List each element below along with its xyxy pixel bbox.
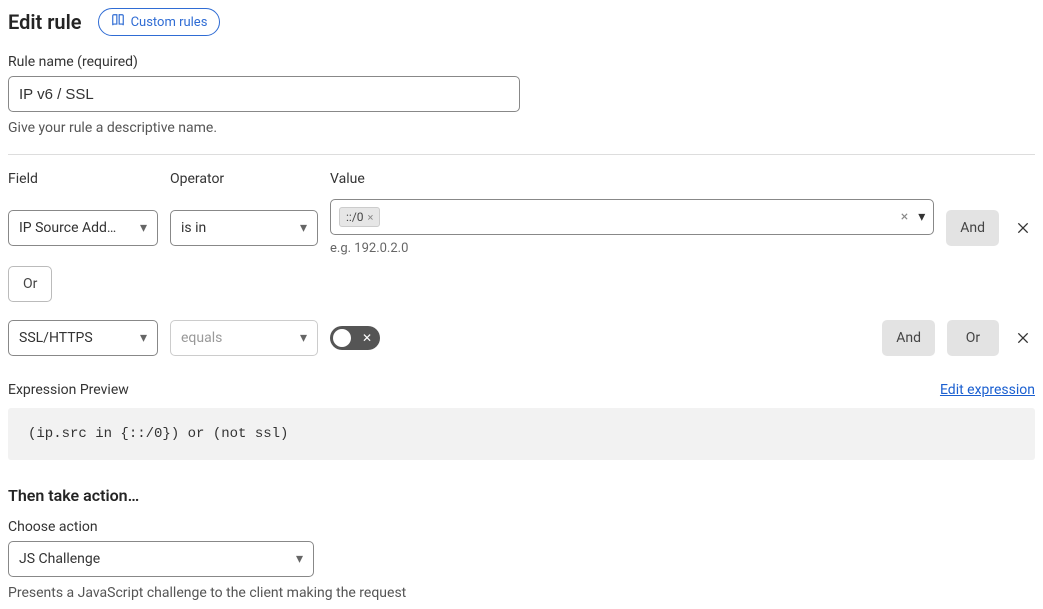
operator-select-0-value: is in	[181, 220, 206, 236]
and-button-1[interactable]: And	[882, 320, 935, 356]
clear-icon[interactable]: ×	[897, 209, 912, 225]
or-button-1[interactable]: Or	[947, 320, 999, 356]
caret-down-icon[interactable]: ▾	[918, 209, 925, 225]
expression-preview-code: (ip.src in {::/0}) or (not ssl)	[8, 408, 1035, 460]
custom-rules-label: Custom rules	[131, 15, 208, 30]
separator	[8, 154, 1035, 155]
field-select-1[interactable]: SSL/HTTPS ▾	[8, 320, 158, 356]
caret-down-icon: ▾	[140, 330, 147, 346]
and-button-0[interactable]: And	[946, 210, 999, 246]
or-separator-button[interactable]: Or	[8, 266, 52, 302]
delete-row-1[interactable]	[1011, 326, 1035, 350]
rule-name-label: Rule name (required)	[8, 54, 1035, 70]
value-tag-text: ::/0	[346, 210, 364, 224]
custom-rules-link[interactable]: Custom rules	[98, 8, 221, 36]
field-column-label: Field	[8, 171, 158, 187]
operator-select-0[interactable]: is in ▾	[170, 210, 318, 246]
edit-expression-link[interactable]: Edit expression	[940, 382, 1035, 398]
value-tag[interactable]: ::/0 ×	[339, 207, 380, 227]
value-example-0: e.g. 192.0.2.0	[330, 241, 934, 256]
operator-select-1-value: equals	[181, 330, 222, 346]
rule-name-hint: Give your rule a descriptive name.	[8, 120, 1035, 136]
value-tag-input-0[interactable]: ::/0 × × ▾	[330, 199, 934, 235]
field-select-0-value: IP Source Add…	[19, 220, 116, 236]
rule-name-input[interactable]	[8, 76, 520, 112]
action-hint: Presents a JavaScript challenge to the c…	[8, 585, 1035, 601]
toggle-knob	[333, 329, 351, 347]
tag-remove-icon[interactable]: ×	[368, 211, 374, 224]
page-title: Edit rule	[8, 10, 82, 34]
action-heading: Then take action…	[8, 486, 1035, 505]
action-select[interactable]: JS Challenge ▾	[8, 541, 314, 577]
caret-down-icon: ▾	[296, 551, 303, 567]
book-icon	[111, 13, 125, 31]
caret-down-icon: ▾	[140, 220, 147, 236]
field-select-0[interactable]: IP Source Add… ▾	[8, 210, 158, 246]
operator-select-1: equals ▾	[170, 320, 318, 356]
action-label: Choose action	[8, 519, 1035, 535]
toggle-off-icon: ✕	[362, 332, 372, 344]
action-select-value: JS Challenge	[19, 551, 100, 567]
value-column-label: Value	[330, 171, 1035, 187]
caret-down-icon: ▾	[300, 330, 307, 346]
operator-column-label: Operator	[170, 171, 318, 187]
value-toggle-1[interactable]: ✕	[330, 326, 380, 350]
delete-row-0[interactable]	[1011, 216, 1035, 240]
field-select-1-value: SSL/HTTPS	[19, 330, 93, 346]
caret-down-icon: ▾	[300, 220, 307, 236]
expression-preview-label: Expression Preview	[8, 382, 129, 398]
